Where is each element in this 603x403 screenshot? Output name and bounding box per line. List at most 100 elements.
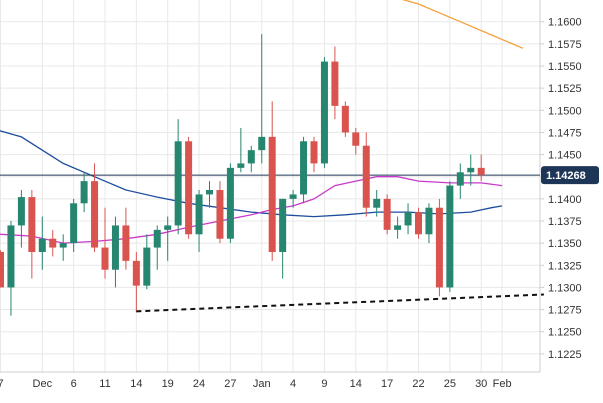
y-tick-label: 1.1500 (548, 105, 582, 117)
y-tick-label: 1.1600 (548, 17, 582, 29)
candle (383, 194, 391, 235)
y-tick-label: 1.1275 (548, 305, 582, 317)
candle (279, 198, 287, 279)
x-tick-label: 6 (71, 378, 77, 390)
candle (122, 207, 130, 270)
x-tick-label: 24 (193, 378, 205, 390)
candle-body (38, 238, 46, 252)
candle-body (174, 141, 182, 226)
x-tick-label: Jan (253, 378, 271, 390)
x-tick-label: Dec (33, 378, 53, 390)
candle-body (467, 167, 475, 173)
candle (226, 163, 234, 244)
candle (456, 163, 464, 199)
candle (446, 181, 454, 292)
candle-body (143, 247, 151, 286)
x-tick-label: 14 (130, 378, 142, 390)
y-tick-label: 1.1525 (548, 83, 582, 95)
y-tick-label: 1.1450 (548, 150, 582, 162)
candle (153, 225, 161, 270)
candle (310, 136, 318, 173)
candle (467, 154, 475, 186)
candle (415, 207, 422, 239)
y-tick-label: 1.1375 (548, 216, 582, 228)
candle (300, 136, 308, 204)
candle (341, 101, 349, 137)
candle-body (122, 225, 130, 261)
candle-body (206, 190, 213, 195)
candle (49, 229, 57, 257)
chart-svg: 1.1600 1.1575 1.1550 1.1525 1.1500 1.1475 1.14… (0, 0, 599, 390)
candle-body (91, 181, 99, 248)
candle (331, 46, 339, 120)
candle-body (59, 243, 67, 248)
candle-body (101, 247, 109, 270)
x-tick-label: 11 (99, 378, 110, 390)
candle-body (331, 61, 339, 106)
candle (362, 132, 370, 217)
candle-body (320, 61, 328, 164)
candle-body (28, 197, 36, 252)
candle (70, 198, 78, 252)
candle-body (195, 194, 203, 235)
y-tick-label: 1.1550 (548, 61, 582, 73)
current-price-tag-label: 1.14268 (546, 170, 586, 182)
x-tick-label: 30 (475, 378, 487, 390)
candle (0, 250, 4, 288)
candle-body (352, 132, 360, 146)
candle (258, 34, 266, 164)
candle (247, 145, 255, 173)
y-tick-label: 1.1400 (548, 194, 582, 206)
candle (425, 203, 433, 244)
candle-body (164, 225, 172, 230)
x-tick-label: 7 (0, 378, 4, 390)
candle-body (373, 198, 381, 208)
candle (59, 234, 67, 261)
current-price-tag: 1.14268 (541, 166, 599, 185)
candle-body (425, 207, 433, 235)
candle-body (132, 260, 140, 286)
support-trendline (136, 293, 544, 313)
candle-body (70, 203, 78, 244)
candle (206, 181, 213, 208)
candle-body (80, 181, 88, 204)
candle-body (111, 225, 119, 270)
y-tick-label: 1.1325 (548, 260, 582, 272)
candle-body (415, 212, 422, 235)
candle-body (341, 105, 349, 133)
x-tick-label: 9 (321, 378, 327, 390)
candle (80, 172, 88, 213)
x-tick-label: 27 (224, 378, 236, 390)
x-tick-label: 14 (350, 378, 362, 390)
candle (174, 119, 182, 235)
candle-body (0, 252, 4, 288)
candle-body (446, 185, 454, 288)
candle-body (49, 238, 57, 248)
y-tick-label: 1.1475 (548, 127, 582, 139)
y-tick-label: 1.1350 (548, 238, 582, 250)
candle-body (394, 225, 402, 230)
candle (435, 198, 443, 297)
sma-long-line (401, 0, 524, 49)
candle (394, 216, 402, 239)
candle (132, 252, 140, 313)
candle-body (477, 167, 485, 175)
y-axis: 1.1600 1.1575 1.1550 1.1525 1.1500 1.1475 1.14… (540, 17, 582, 361)
candle-body (300, 141, 308, 195)
x-tick-label: 17 (381, 378, 393, 390)
x-tick-label: 4 (290, 378, 296, 390)
x-tick-label: 19 (162, 378, 174, 390)
candle-body (279, 198, 287, 252)
candle-body (383, 198, 391, 230)
candle-body (247, 150, 255, 164)
candle (38, 216, 46, 270)
candle (143, 234, 151, 290)
candle-body (216, 190, 224, 239)
y-tick-label: 1.1300 (548, 282, 582, 294)
candle (164, 216, 172, 261)
candle-body (435, 207, 443, 288)
candlestick-chart: 1.1600 1.1575 1.1550 1.1525 1.1500 1.1475 1.14… (0, 0, 603, 403)
candle (268, 101, 276, 261)
candle-body (185, 141, 193, 235)
candle (17, 190, 25, 248)
